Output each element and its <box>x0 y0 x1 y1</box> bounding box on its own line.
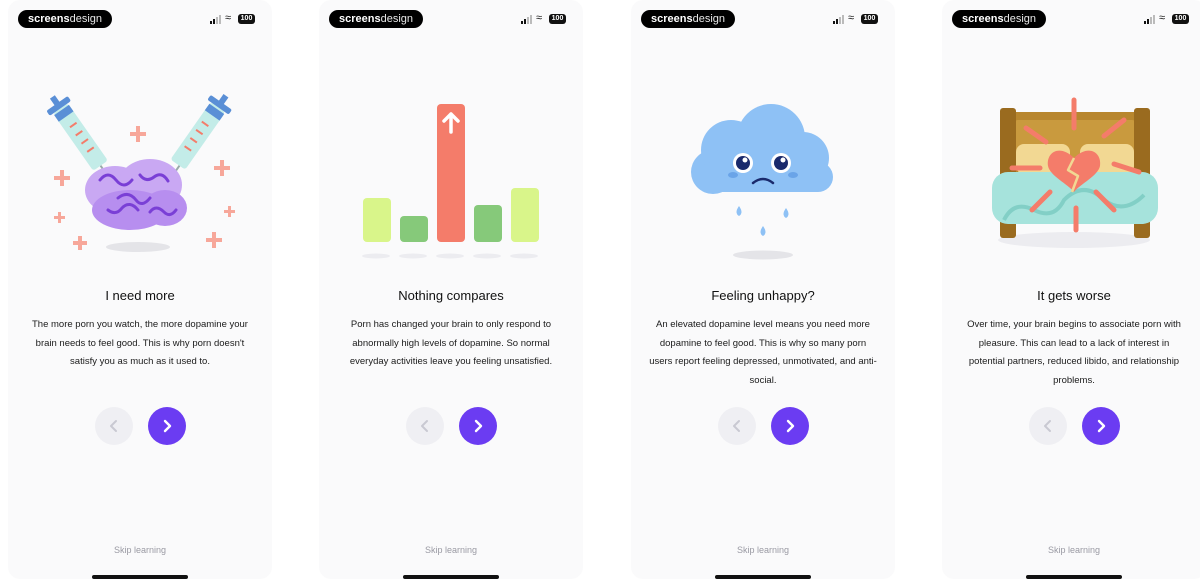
chevron-left-icon <box>421 420 428 432</box>
system-indicators: ≈ 100 <box>833 12 883 25</box>
screen-title: Feeling unhappy? <box>711 288 815 303</box>
previous-button[interactable] <box>718 407 756 445</box>
signal-icon <box>833 15 844 24</box>
next-button[interactable] <box>771 407 809 445</box>
next-button[interactable] <box>148 407 186 445</box>
chevron-right-icon <box>786 419 795 433</box>
wifi-icon: ≈ <box>225 12 232 24</box>
status-bar: screensdesign ≈ 100 <box>631 10 895 30</box>
system-indicators: ≈ 100 <box>210 12 260 25</box>
skip-learning-link[interactable]: Skip learning <box>942 545 1200 555</box>
home-indicator <box>403 575 499 579</box>
chevron-right-icon <box>474 419 483 433</box>
signal-icon <box>210 15 221 24</box>
screen-description: Over time, your brain begins to associat… <box>967 319 1181 386</box>
skip-learning-link[interactable]: Skip learning <box>631 545 895 555</box>
wifi-icon: ≈ <box>1159 12 1166 24</box>
skip-learning-link[interactable]: Skip learning <box>8 545 272 555</box>
battery-icon: 100 <box>238 14 255 24</box>
screen-title: It gets worse <box>1037 288 1111 303</box>
brand-badge: screensdesign <box>329 10 424 28</box>
chevron-right-icon <box>163 419 172 433</box>
wifi-icon: ≈ <box>536 12 543 24</box>
status-bar: screensdesign ≈ 100 <box>319 10 583 30</box>
signal-icon <box>1144 15 1155 24</box>
screen-description: An elevated dopamine level means you nee… <box>649 319 877 386</box>
status-bar: screensdesign ≈ 100 <box>942 10 1200 30</box>
screen-description: Porn has changed your brain to only resp… <box>349 319 553 367</box>
brand-badge: screensdesign <box>18 10 113 28</box>
home-indicator <box>92 575 188 579</box>
system-indicators: ≈ 100 <box>521 12 571 25</box>
previous-button[interactable] <box>95 407 133 445</box>
broken-heart-bed-illustration <box>992 97 1158 248</box>
next-button[interactable] <box>1082 407 1120 445</box>
system-indicators: ≈ 100 <box>1144 12 1194 25</box>
chevron-left-icon <box>1044 420 1051 432</box>
brain-syringes-illustration <box>47 94 235 252</box>
chevron-left-icon <box>110 420 117 432</box>
previous-button[interactable] <box>406 407 444 445</box>
onboarding-screen-4: screensdesign ≈ 100 It gets worse Over t… <box>942 0 1200 579</box>
status-bar: screensdesign ≈ 100 <box>8 10 272 30</box>
home-indicator <box>1026 575 1122 579</box>
sad-cloud-illustration <box>691 104 833 260</box>
screen-title: I need more <box>105 288 175 303</box>
battery-icon: 100 <box>861 14 878 24</box>
onboarding-screen-1: screensdesign ≈ 100 I need more The more… <box>8 0 272 579</box>
signal-icon <box>521 15 532 24</box>
screen-title: Nothing compares <box>398 288 504 303</box>
home-indicator <box>715 575 811 579</box>
skip-learning-link[interactable]: Skip learning <box>319 545 583 555</box>
battery-icon: 100 <box>549 14 566 24</box>
wifi-icon: ≈ <box>848 12 855 24</box>
chevron-right-icon <box>1097 419 1106 433</box>
dopamine-bars-illustration <box>362 104 539 259</box>
onboarding-screen-3: screensdesign ≈ 100 Feeling unhappy? An … <box>631 0 895 579</box>
chevron-left-icon <box>733 420 740 432</box>
onboarding-screen-2: screensdesign ≈ 100 Nothing compares Por… <box>319 0 583 579</box>
screen-description: The more porn you watch, the more dopami… <box>32 319 248 367</box>
brand-badge: screensdesign <box>641 10 736 28</box>
next-button[interactable] <box>459 407 497 445</box>
previous-button[interactable] <box>1029 407 1067 445</box>
brand-badge: screensdesign <box>952 10 1047 28</box>
battery-icon: 100 <box>1172 14 1189 24</box>
